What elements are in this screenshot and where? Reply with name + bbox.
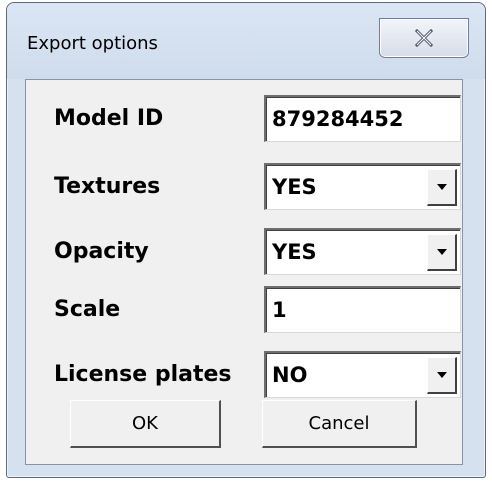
model-id-label: Model ID xyxy=(54,106,164,131)
export-options-window: Export options Model ID 879284452 Textur… xyxy=(6,2,486,478)
opacity-label: Opacity xyxy=(54,239,149,264)
chevron-down-icon xyxy=(436,371,448,379)
chevron-down-icon xyxy=(436,248,448,256)
textures-select[interactable]: YES xyxy=(264,163,461,210)
title-bar[interactable]: Export options xyxy=(7,3,485,79)
button-row: OK Cancel xyxy=(26,400,462,448)
textures-label: Textures xyxy=(54,174,161,199)
scale-label: Scale xyxy=(54,297,121,322)
window-title: Export options xyxy=(27,33,158,54)
license-plates-dropdown-button[interactable] xyxy=(427,357,457,394)
license-plates-label: License plates xyxy=(54,362,232,387)
opacity-select[interactable]: YES xyxy=(264,228,461,275)
dialog-body: Model ID 879284452 Textures YES Opacity … xyxy=(25,79,463,465)
license-plates-row: License plates NO xyxy=(26,351,462,399)
model-id-input[interactable]: 879284452 xyxy=(264,95,461,142)
close-button[interactable] xyxy=(379,18,469,58)
scale-input[interactable]: 1 xyxy=(264,286,461,333)
opacity-dropdown-button[interactable] xyxy=(427,234,457,271)
cancel-button[interactable]: Cancel xyxy=(262,400,417,448)
textures-row: Textures YES xyxy=(26,163,462,211)
opacity-row: Opacity YES xyxy=(26,228,462,276)
model-id-value: 879284452 xyxy=(272,107,404,131)
scale-row: Scale 1 xyxy=(26,286,462,334)
opacity-value: YES xyxy=(272,240,317,264)
textures-value: YES xyxy=(272,175,317,199)
scale-value: 1 xyxy=(272,298,287,322)
textures-dropdown-button[interactable] xyxy=(427,169,457,206)
close-icon xyxy=(414,29,434,47)
license-plates-value: NO xyxy=(272,363,308,387)
ok-button[interactable]: OK xyxy=(70,400,221,448)
license-plates-select[interactable]: NO xyxy=(264,351,461,398)
model-id-row: Model ID 879284452 xyxy=(26,95,462,143)
chevron-down-icon xyxy=(436,183,448,191)
